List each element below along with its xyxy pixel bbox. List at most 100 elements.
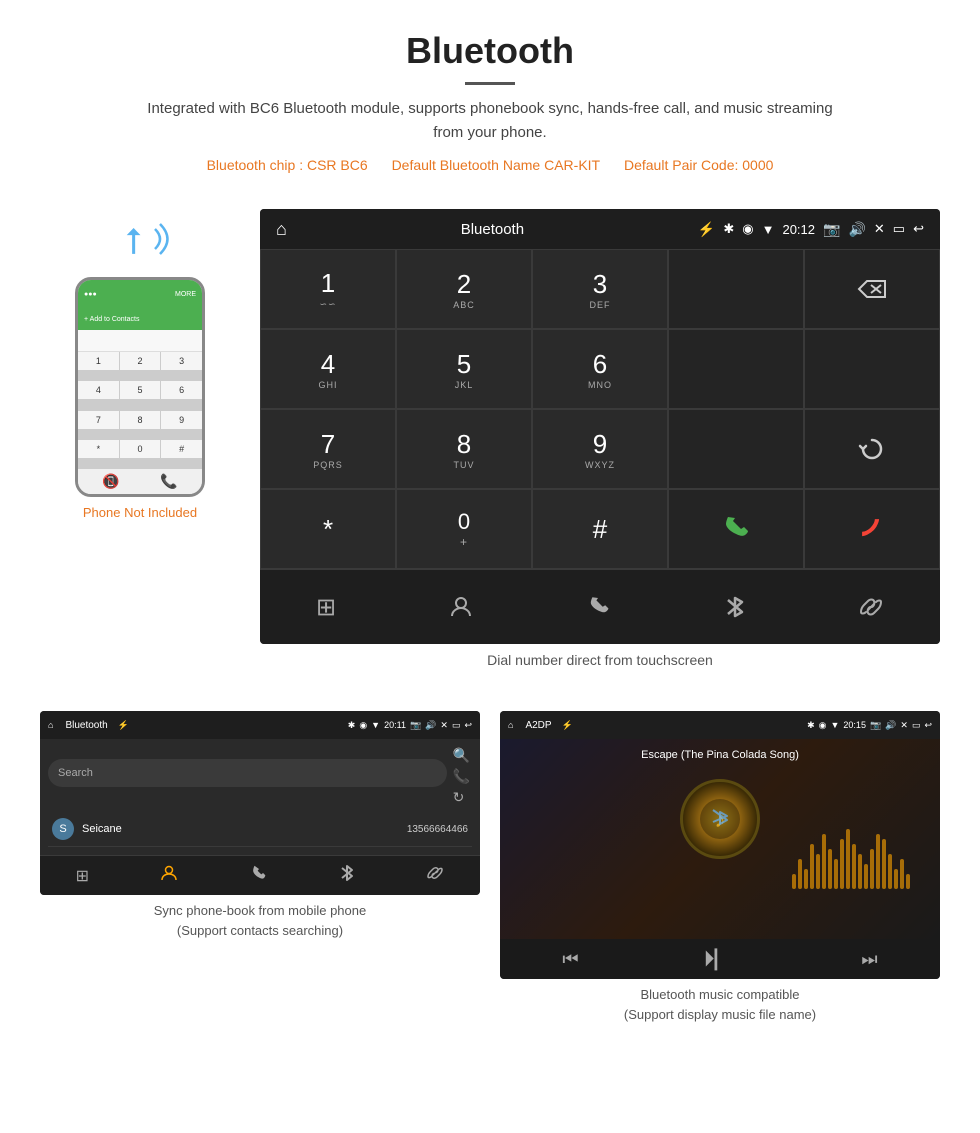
play-pause-button[interactable]: ⏵▏ xyxy=(703,946,736,972)
dialpad-grid: 1∽∽ 2ABC 3DEF 4GHI 5JKL 6MNO 7PQRS 8TUV … xyxy=(260,249,940,569)
dial-key-1[interactable]: 1∽∽ xyxy=(260,249,396,329)
dial-key-9[interactable]: 9WXYZ xyxy=(532,409,668,489)
pair-spec: Default Pair Code: 0000 xyxy=(624,157,773,173)
ms-right-icons: ✱ ◉ ▼ 20:15 📷 🔊 ✕ ▭ ↩ xyxy=(807,720,932,731)
dial-delete-key[interactable] xyxy=(804,249,940,329)
ms-close-icon[interactable]: ✕ xyxy=(900,720,908,731)
status-right-icons: ✱ ◉ ▼ 20:12 📷 🔊 ✕ ▭ ↩ xyxy=(723,221,924,238)
pb-bt-icon: ✱ xyxy=(348,720,356,731)
ms-time: 20:15 xyxy=(843,720,866,731)
dial-caption: Dial number direct from touchscreen xyxy=(260,652,940,668)
dial-key-4[interactable]: 4GHI xyxy=(260,329,396,409)
page-title: Bluetooth xyxy=(20,30,960,72)
contact-number: 13566664466 xyxy=(407,824,468,835)
nav-contacts-icon[interactable] xyxy=(448,594,474,620)
specs-line: Bluetooth chip : CSR BC6 Default Bluetoo… xyxy=(140,157,840,173)
pb-nav-link[interactable] xyxy=(426,864,444,887)
pb-search-icon[interactable]: 🔍 xyxy=(453,747,470,764)
close-icon[interactable]: ✕ xyxy=(874,221,885,237)
dial-empty-4 xyxy=(668,409,804,489)
nav-bluetooth-icon[interactable] xyxy=(724,594,746,620)
window-icon[interactable]: ▭ xyxy=(893,221,905,237)
music-caption: Bluetooth music compatible (Support disp… xyxy=(500,985,940,1024)
phonebook-status-bar: ⌂ Bluetooth ⚡ ✱ ◉ ▼ 20:11 📷 🔊 ✕ ▭ ↩ xyxy=(40,711,480,739)
ms-window-icon[interactable]: ▭ xyxy=(912,720,921,731)
music-status-bar: ⌂ A2DP ⚡ ✱ ◉ ▼ 20:15 📷 🔊 ✕ ▭ ↩ xyxy=(500,711,940,739)
contact-row[interactable]: S Seicane 13566664466 xyxy=(48,812,472,847)
ms-location-icon: ◉ xyxy=(819,720,827,731)
dial-key-5[interactable]: 5JKL xyxy=(396,329,532,409)
dial-hangup-key[interactable] xyxy=(804,489,940,569)
pb-home-icon[interactable]: ⌂ xyxy=(48,720,53,730)
ms-volume-icon[interactable]: 🔊 xyxy=(885,720,896,731)
camera-icon[interactable]: 📷 xyxy=(823,221,840,238)
dial-refresh-key[interactable] xyxy=(804,409,940,489)
dial-empty-3 xyxy=(804,329,940,409)
equalizer-bars xyxy=(792,809,910,889)
prev-button[interactable]: ⏮ xyxy=(562,949,578,970)
dial-status-bar: ⌂ Bluetooth ⚡ ✱ ◉ ▼ 20:12 📷 🔊 ✕ ▭ ↩ xyxy=(260,209,940,249)
dial-empty-1 xyxy=(668,249,804,329)
pb-window-icon[interactable]: ▭ xyxy=(452,720,461,731)
dial-key-star[interactable]: * xyxy=(260,489,396,569)
pb-phone-side-icon[interactable]: 📞 xyxy=(453,768,470,785)
phonebook-search-bar[interactable]: Search xyxy=(48,759,447,787)
music-album-art: ♪ xyxy=(680,779,760,859)
search-placeholder: Search xyxy=(58,767,93,779)
pb-nav-bt[interactable] xyxy=(339,864,355,887)
title-divider xyxy=(465,82,515,85)
dial-call-key[interactable] xyxy=(668,489,804,569)
pb-back-icon[interactable]: ↩ xyxy=(464,720,472,731)
pb-nav-phone[interactable] xyxy=(250,864,268,887)
pb-nav-contacts[interactable] xyxy=(160,864,178,887)
phone-keypad: 1 2 3 4 5 6 7 8 9 * 0 # xyxy=(78,352,202,468)
pb-volume-icon[interactable]: 🔊 xyxy=(425,720,436,731)
phone-key-2: 2 xyxy=(120,352,161,370)
volume-icon[interactable]: 🔊 xyxy=(848,221,865,238)
back-icon[interactable]: ↩ xyxy=(913,221,924,237)
phone-key-7: 7 xyxy=(78,411,119,429)
bottom-screens: ⌂ Bluetooth ⚡ ✱ ◉ ▼ 20:11 📷 🔊 ✕ ▭ ↩ xyxy=(0,696,980,1045)
phone-key-9: 9 xyxy=(161,411,202,429)
phone-key-3: 3 xyxy=(161,352,202,370)
phone-key-4: 4 xyxy=(78,381,119,399)
pb-close-icon[interactable]: ✕ xyxy=(440,720,448,731)
dial-bottom-nav: ⊞ xyxy=(260,569,940,644)
phone-status-bar: ●●● MORE xyxy=(78,280,202,308)
signal-icon: ▼ xyxy=(762,222,775,237)
time-display: 20:12 xyxy=(782,222,815,237)
ms-usb-icon: ⚡ xyxy=(562,720,573,731)
pb-camera-icon[interactable]: 📷 xyxy=(410,720,421,731)
usb-icon: ⚡ xyxy=(698,221,715,238)
dial-empty-2 xyxy=(668,329,804,409)
phone-call-buttons: 📵 📞 xyxy=(78,468,202,494)
next-button[interactable]: ⏭ xyxy=(861,949,877,970)
dial-key-7[interactable]: 7PQRS xyxy=(260,409,396,489)
nav-link-icon[interactable] xyxy=(858,594,884,620)
dial-key-hash[interactable]: # xyxy=(532,489,668,569)
dial-key-2[interactable]: 2ABC xyxy=(396,249,532,329)
nav-grid-icon[interactable]: ⊞ xyxy=(316,593,336,622)
dial-key-3[interactable]: 3DEF xyxy=(532,249,668,329)
music-block: ⌂ A2DP ⚡ ✱ ◉ ▼ 20:15 📷 🔊 ✕ ▭ ↩ Esca xyxy=(500,711,940,1030)
phone-mockup: ●●● MORE + Add to Contacts 1 2 3 4 5 6 7… xyxy=(75,277,205,497)
phone-add-contacts: + Add to Contacts xyxy=(78,308,202,330)
dial-key-6[interactable]: 6MNO xyxy=(532,329,668,409)
dial-key-0[interactable]: 0+ xyxy=(396,489,532,569)
phone-key-5: 5 xyxy=(120,381,161,399)
pb-refresh-icon[interactable]: ↻ xyxy=(453,789,470,806)
page-header: Bluetooth Integrated with BC6 Bluetooth … xyxy=(0,0,980,189)
pb-bottom-nav: ⊞ xyxy=(40,855,480,895)
pb-nav-grid[interactable]: ⊞ xyxy=(76,866,89,886)
ms-back-icon[interactable]: ↩ xyxy=(924,720,932,731)
ms-camera-icon[interactable]: 📷 xyxy=(870,720,881,731)
nav-phone-icon[interactable] xyxy=(586,594,612,620)
home-icon[interactable]: ⌂ xyxy=(276,219,287,240)
pb-signal-icon: ▼ xyxy=(371,720,380,731)
music-body: Escape (The Pina Colada Song) ♪ xyxy=(500,739,940,939)
phone-key-1: 1 xyxy=(78,352,119,370)
ms-home-icon[interactable]: ⌂ xyxy=(508,720,513,730)
phonebook-caption: Sync phone-book from mobile phone (Suppo… xyxy=(40,901,480,940)
dial-key-8[interactable]: 8TUV xyxy=(396,409,532,489)
phonebook-body: Search 🔍 📞 ↻ S Seicane 13566664466 xyxy=(40,739,480,855)
